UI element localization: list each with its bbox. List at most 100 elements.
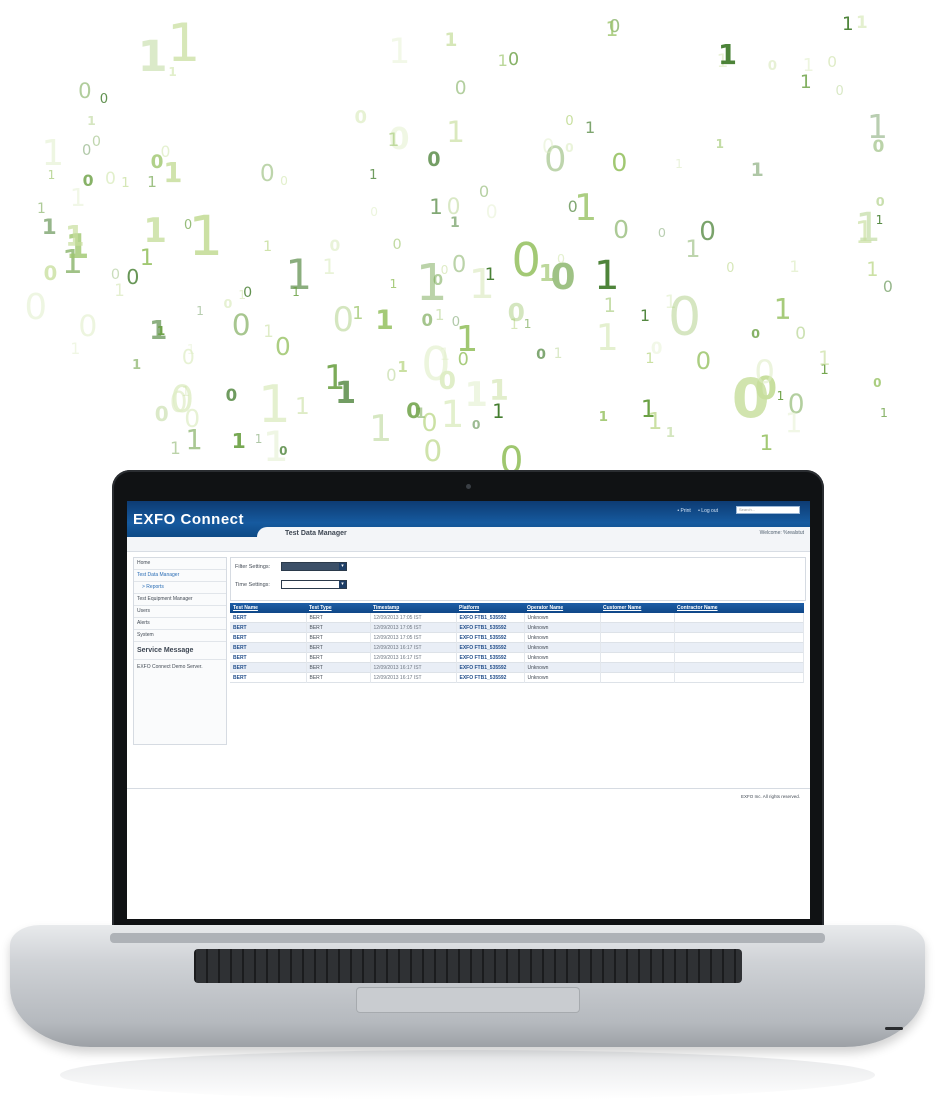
- table-body: BERT BERT 12/09/2013 17:05 IST EXFO FTB1_53…: [230, 613, 804, 683]
- binary-digit: 1: [196, 303, 204, 318]
- table-row[interactable]: BERT BERT 12/09/2013 17:05 IST EXFO FTB1_53…: [230, 622, 804, 633]
- filter-settings-select[interactable]: ▾: [281, 562, 347, 571]
- column-header-contractor-name[interactable]: Contractor Name: [674, 603, 804, 613]
- binary-digit: 1: [285, 249, 313, 299]
- table-row[interactable]: BERT BERT 12/09/2013 16:17 IST EXFO FTB1_53…: [230, 642, 804, 653]
- column-header-platform[interactable]: Platform: [456, 603, 524, 613]
- binary-digit: 0: [181, 345, 195, 370]
- column-header-operator-name[interactable]: Operator Name: [524, 603, 600, 613]
- table-cell: [674, 652, 804, 663]
- table-cell[interactable]: BERT: [230, 672, 307, 683]
- sidebar-item-test-data-manager[interactable]: Test Data Manager: [134, 570, 226, 582]
- binary-digit: 0: [386, 366, 397, 386]
- binary-digit: 0: [169, 385, 188, 419]
- table-cell[interactable]: EXFO FTB1_535592: [456, 652, 525, 663]
- table-row[interactable]: BERT BERT 12/09/2013 17:05 IST EXFO FTB1_53…: [230, 632, 804, 643]
- binary-digit: 0: [451, 314, 461, 330]
- column-header-test-name[interactable]: Test Name: [230, 603, 306, 613]
- table-cell[interactable]: EXFO FTB1_535592: [456, 642, 525, 653]
- binary-digit: 1: [818, 347, 831, 371]
- table-cell: 12/09/2013 17:05 IST: [370, 622, 457, 633]
- sidebar-item-system[interactable]: System: [134, 630, 226, 642]
- binary-digit: 0: [795, 323, 807, 344]
- table-cell: [674, 622, 804, 633]
- table-cell[interactable]: BERT: [230, 613, 307, 623]
- print-link[interactable]: • Print: [677, 508, 690, 514]
- binary-digit: 1: [254, 432, 263, 447]
- binary-digit: 1: [188, 204, 224, 269]
- binary-digit: 0: [565, 114, 574, 130]
- sidebar-item-home[interactable]: Home: [134, 558, 226, 570]
- binary-digit: 1: [294, 391, 310, 420]
- binary-digit: 1: [41, 214, 57, 240]
- binary-digit: 0: [542, 135, 555, 159]
- table-cell[interactable]: EXFO FTB1_535592: [456, 672, 525, 683]
- binary-digit: 1: [64, 220, 85, 254]
- sidebar-item-reports[interactable]: > Reports: [134, 582, 226, 594]
- table-cell[interactable]: EXFO FTB1_535592: [456, 632, 525, 643]
- table-cell[interactable]: BERT: [230, 662, 307, 673]
- binary-digit: 1: [323, 358, 346, 398]
- binary-digit: 1: [509, 317, 519, 334]
- binary-digit: 1: [450, 214, 460, 231]
- column-header-timestamp[interactable]: Timestamp: [370, 603, 456, 613]
- table-cell: BERT: [306, 642, 371, 653]
- binary-digit: 1: [718, 39, 737, 71]
- binary-digit: 0: [388, 122, 410, 158]
- binary-digit: 0: [332, 300, 354, 339]
- binary-digit: 0: [259, 160, 275, 188]
- table-row[interactable]: BERT BERT 12/09/2013 16:17 IST EXFO FTB1_53…: [230, 662, 804, 673]
- search-input[interactable]: Search...: [736, 506, 800, 514]
- binary-digit: 1: [440, 391, 465, 436]
- binary-digit: 0: [755, 371, 777, 408]
- binary-digit: 0: [875, 195, 885, 211]
- binary-digit: 1: [388, 32, 411, 73]
- table-cell[interactable]: BERT: [230, 632, 307, 643]
- table-cell[interactable]: BERT: [230, 642, 307, 653]
- binary-digit: 0: [657, 225, 666, 241]
- table-cell[interactable]: BERT: [230, 622, 307, 633]
- table-cell[interactable]: EXFO FTB1_535592: [456, 662, 525, 673]
- binary-digit: 1: [41, 132, 65, 174]
- table-cell: 12/09/2013 16:17 IST: [370, 662, 457, 673]
- sub-header: [127, 537, 810, 552]
- table-cell: 12/09/2013 17:05 IST: [370, 613, 457, 623]
- sidebar-item-test-equipment-manager[interactable]: Test Equipment Manager: [134, 594, 226, 606]
- binary-digit: 0: [91, 134, 101, 151]
- keyboard: [194, 949, 742, 983]
- table-row[interactable]: BERT BERT 12/09/2013 16:17 IST EXFO FTB1_53…: [230, 672, 804, 683]
- binary-digit: 1: [167, 14, 201, 75]
- binary-digit: 1: [488, 374, 509, 408]
- table-cell: 12/09/2013 17:05 IST: [370, 632, 457, 643]
- table-cell[interactable]: EXFO FTB1_535592: [456, 613, 525, 623]
- binary-digit: 0: [82, 141, 92, 159]
- binary-digit: 0: [478, 182, 490, 202]
- column-header-customer-name[interactable]: Customer Name: [600, 603, 674, 613]
- binary-digit: 1: [238, 287, 247, 303]
- binary-digit: 1: [841, 14, 854, 36]
- table-cell: BERT: [306, 613, 371, 623]
- binary-digit: 1: [262, 239, 273, 256]
- table-cell[interactable]: BERT: [230, 652, 307, 663]
- binary-digit: 0: [150, 151, 164, 173]
- binary-digit: 0: [787, 388, 805, 420]
- table-cell: Unknown: [524, 642, 601, 653]
- chevron-down-icon: ▾: [339, 563, 346, 570]
- column-header-test-type[interactable]: Test Type: [306, 603, 370, 613]
- binary-digit: 1: [594, 252, 620, 299]
- binary-digit: 0: [423, 433, 443, 469]
- time-settings-select[interactable]: ▾: [281, 580, 347, 589]
- binary-digit: 1: [675, 156, 683, 172]
- binary-digit: 1: [186, 343, 196, 359]
- table-row[interactable]: BERT BERT 12/09/2013 16:17 IST EXFO FTB1_53…: [230, 652, 804, 663]
- logout-link[interactable]: • Log out: [698, 508, 718, 514]
- table-cell: Unknown: [524, 652, 601, 663]
- table-cell[interactable]: EXFO FTB1_535592: [456, 622, 525, 633]
- binary-digit: 1: [639, 305, 650, 325]
- sidebar-item-alerts[interactable]: Alerts: [134, 618, 226, 630]
- table-row[interactable]: BERT BERT 12/09/2013 17:05 IST EXFO FTB1_53…: [230, 613, 804, 623]
- binary-digit: 0: [78, 77, 92, 103]
- sidebar-item-users[interactable]: Users: [134, 606, 226, 618]
- binary-digit: 0: [225, 386, 238, 406]
- floor-reflection: [60, 1050, 875, 1100]
